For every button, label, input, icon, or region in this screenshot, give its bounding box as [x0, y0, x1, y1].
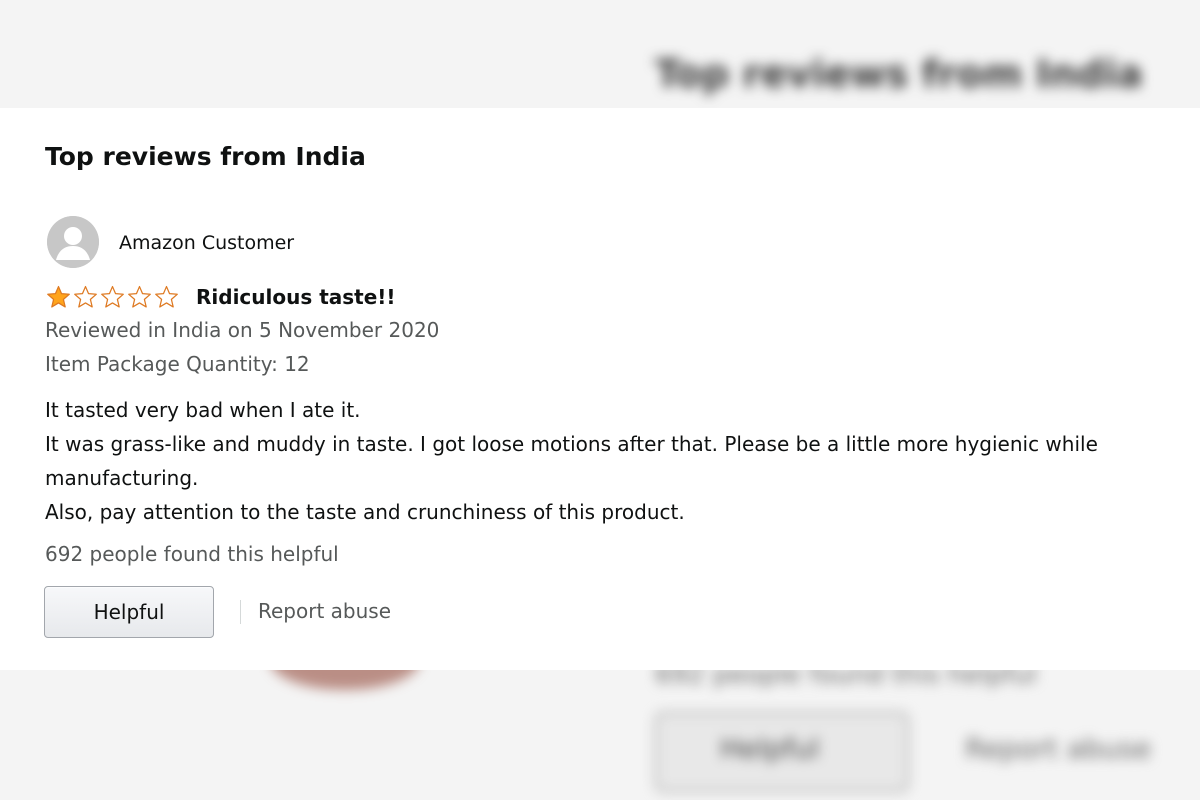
user-avatar-icon	[47, 216, 99, 268]
review-body-line: It was grass-like and muddy in taste. I …	[45, 432, 1098, 490]
rating-row: Ridiculous taste!!	[45, 283, 396, 311]
star-empty-icon	[155, 285, 178, 308]
star-empty-icon	[128, 285, 151, 308]
reviewer-name[interactable]: Amazon Customer	[119, 232, 294, 254]
section-title: Top reviews from India	[45, 142, 366, 171]
review-body: It tasted very bad when I ate it. It was…	[45, 393, 1185, 529]
review-body-line: It tasted very bad when I ate it.	[45, 398, 361, 422]
helpful-count: 692 people found this helpful	[45, 542, 339, 566]
review-title[interactable]: Ridiculous taste!!	[196, 285, 396, 309]
star-empty-icon	[74, 285, 97, 308]
background-helpful-button	[655, 712, 909, 792]
helpful-button[interactable]: Helpful	[44, 586, 214, 638]
background-title: Top reviews from India	[655, 52, 1143, 96]
background-helpful-button-label: Helpful	[720, 732, 820, 765]
review-card: Top reviews from India Amazon Customer R…	[0, 108, 1200, 670]
star-filled-icon	[47, 285, 70, 308]
item-package-quantity[interactable]: Item Package Quantity: 12	[45, 352, 310, 376]
background-report-link: Report abuse	[965, 732, 1152, 765]
review-date: Reviewed in India on 5 November 2020	[45, 318, 440, 342]
review-body-line: Also, pay attention to the taste and cru…	[45, 500, 685, 524]
star-rating[interactable]	[45, 285, 180, 309]
report-abuse-link[interactable]: Report abuse	[258, 599, 391, 623]
divider	[240, 600, 241, 624]
star-empty-icon	[101, 285, 124, 308]
